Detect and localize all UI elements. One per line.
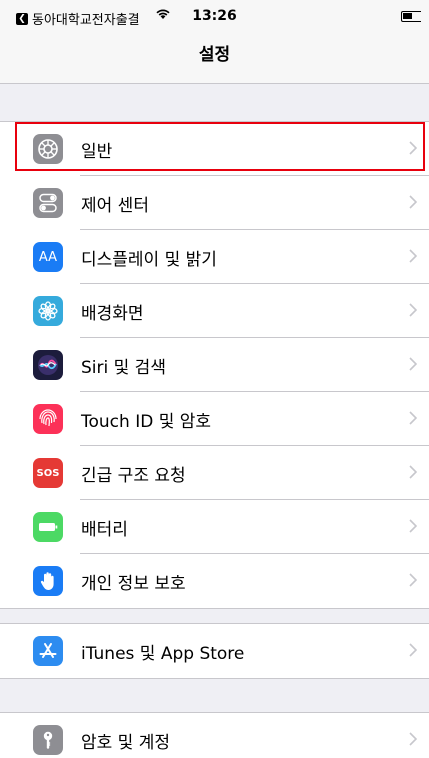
chevron-right-icon	[409, 465, 417, 479]
sos-glyph: SOS	[36, 467, 60, 479]
settings-group-accounts: 암호 및 계정	[0, 712, 429, 758]
settings-row-emergency-sos[interactable]: SOS 긴급 구조 요청	[0, 446, 429, 500]
hand-icon	[33, 566, 63, 596]
key-icon	[33, 725, 63, 755]
page-title: 설정	[198, 45, 231, 65]
settings-row-itunes-app-store[interactable]: iTunes 및 App Store	[0, 624, 429, 678]
settings-row-label: 개인 정보 보호	[81, 574, 186, 594]
chevron-right-icon	[409, 411, 417, 425]
chevron-right-icon	[409, 141, 417, 155]
battery-icon	[33, 512, 63, 542]
flower-icon	[33, 296, 63, 326]
settings-row-touch-id-passcode[interactable]: Touch ID 및 암호	[0, 392, 429, 446]
chevron-right-icon	[409, 357, 417, 371]
navigation-bar: 설정	[0, 30, 429, 84]
siri-icon	[33, 350, 63, 380]
settings-row-wallpaper[interactable]: 배경화면	[0, 284, 429, 338]
settings-group-main: 일반 제어 센터 AA 디스플레이 및 밝기 배경화면 Siri 및 검색 To…	[0, 121, 429, 609]
chevron-right-icon	[409, 195, 417, 209]
settings-row-label: 배경화면	[81, 304, 144, 324]
settings-row-general[interactable]: 일반	[0, 122, 429, 176]
chevron-right-icon	[409, 303, 417, 317]
gear-icon	[33, 134, 63, 164]
chevron-right-icon	[409, 643, 417, 657]
settings-row-label: iTunes 및 App Store	[81, 644, 245, 664]
settings-group-store: iTunes 및 App Store	[0, 623, 429, 679]
chevron-right-icon	[409, 249, 417, 263]
chevron-right-icon	[409, 732, 417, 746]
settings-row-display-brightness[interactable]: AA 디스플레이 및 밝기	[0, 230, 429, 284]
app-store-icon	[33, 636, 63, 666]
toggle-icon	[33, 188, 63, 218]
settings-row-label: 일반	[81, 142, 113, 162]
status-bar: ❮ 동아대학교전자출결 13:26	[0, 0, 429, 30]
text-size-glyph: AA	[38, 249, 58, 265]
settings-row-label: 제어 센터	[81, 196, 149, 216]
settings-row-battery[interactable]: 배터리	[0, 500, 429, 554]
settings-row-label: Touch ID 및 암호	[81, 412, 212, 432]
settings-row-label: Siri 및 검색	[81, 358, 166, 378]
battery-status-icon	[401, 11, 421, 22]
settings-row-control-center[interactable]: 제어 센터	[0, 176, 429, 230]
chevron-right-icon	[409, 519, 417, 533]
fingerprint-icon	[33, 404, 63, 434]
settings-row-label: 디스플레이 및 밝기	[81, 250, 217, 270]
settings-row-label: 암호 및 계정	[81, 733, 171, 753]
selection-highlight	[15, 122, 425, 171]
sos-icon: SOS	[33, 458, 63, 488]
settings-row-siri-search[interactable]: Siri 및 검색	[0, 338, 429, 392]
settings-row-privacy[interactable]: 개인 정보 보호	[0, 554, 429, 608]
settings-row-label: 긴급 구조 요청	[81, 466, 186, 486]
status-time: 13:26	[192, 8, 237, 24]
settings-row-label: 배터리	[81, 520, 128, 540]
text-size-icon: AA	[33, 242, 63, 272]
settings-row-passwords-accounts[interactable]: 암호 및 계정	[0, 713, 429, 758]
chevron-right-icon	[409, 573, 417, 587]
